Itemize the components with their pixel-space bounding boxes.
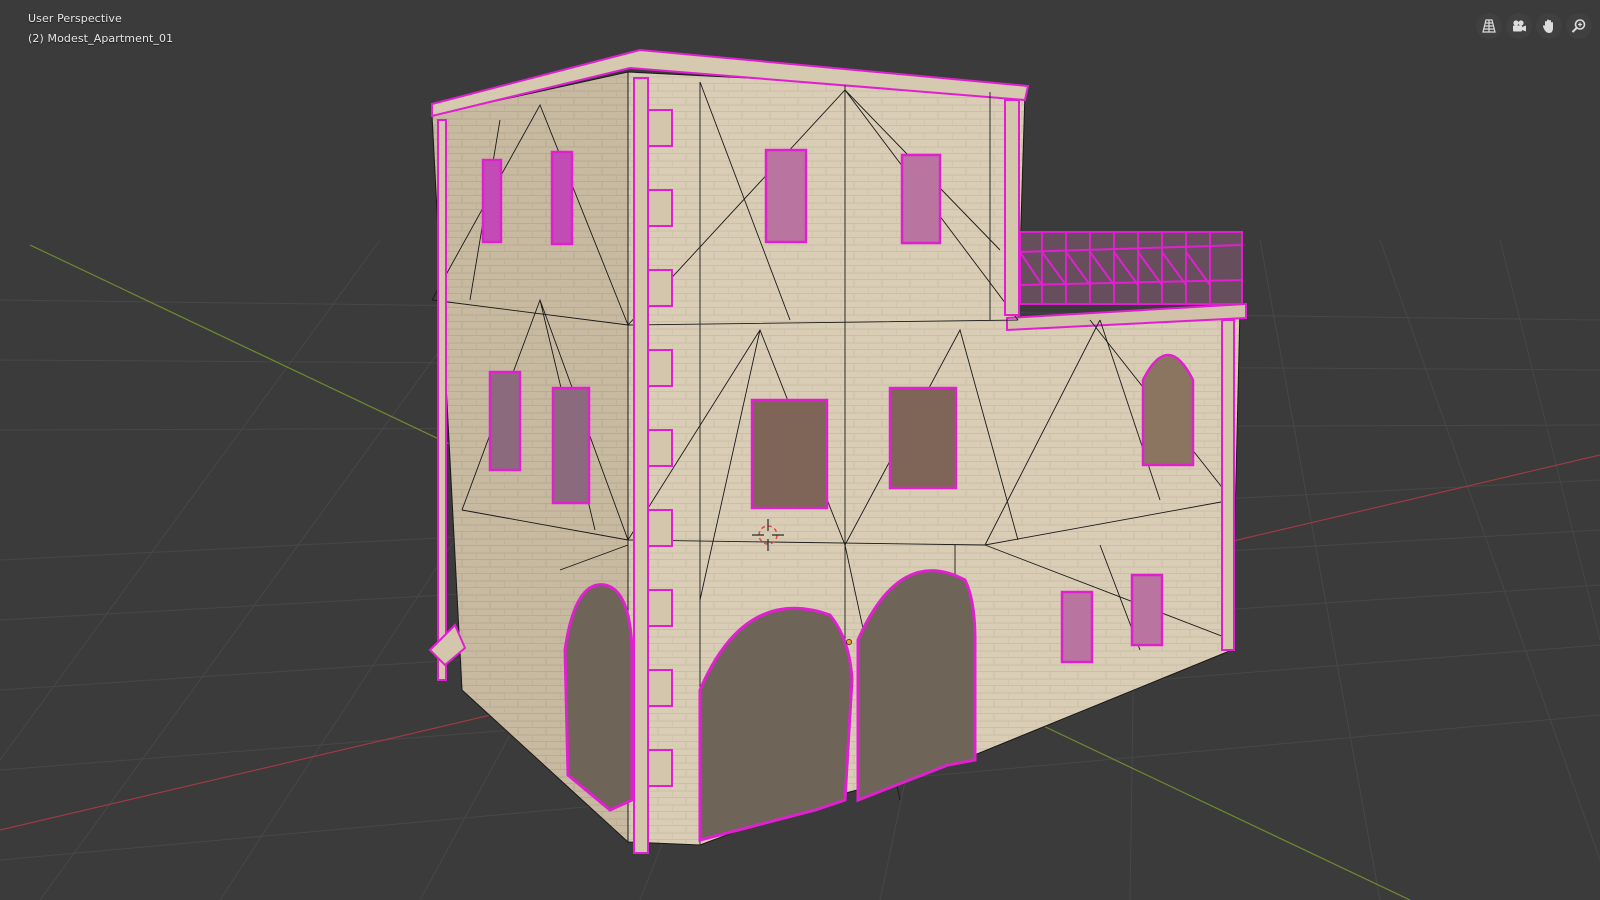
balcony-railing xyxy=(1019,231,1243,305)
view-name-label: User Perspective xyxy=(28,12,122,25)
navigation-gizmo xyxy=(1476,13,1592,39)
object-origin xyxy=(846,639,853,646)
camera-view-button[interactable] xyxy=(1506,13,1532,39)
camera-view-icon xyxy=(1513,20,1526,32)
toggle-ortho-button[interactable] xyxy=(1476,13,1502,39)
toggle-ortho-icon xyxy=(1482,19,1496,33)
pan-hand-icon xyxy=(1542,19,1553,33)
arches xyxy=(563,569,977,842)
pan-view-button[interactable] xyxy=(1536,13,1562,39)
3d-viewport[interactable]: User Perspective (2) Modest_Apartment_01 xyxy=(0,0,1600,900)
building-mesh[interactable] xyxy=(428,48,1247,854)
scene-canvas[interactable] xyxy=(0,0,1600,900)
zoom-view-button[interactable] xyxy=(1566,13,1592,39)
object-name-label: (2) Modest_Apartment_01 xyxy=(28,32,174,45)
zoom-icon xyxy=(1571,19,1586,33)
